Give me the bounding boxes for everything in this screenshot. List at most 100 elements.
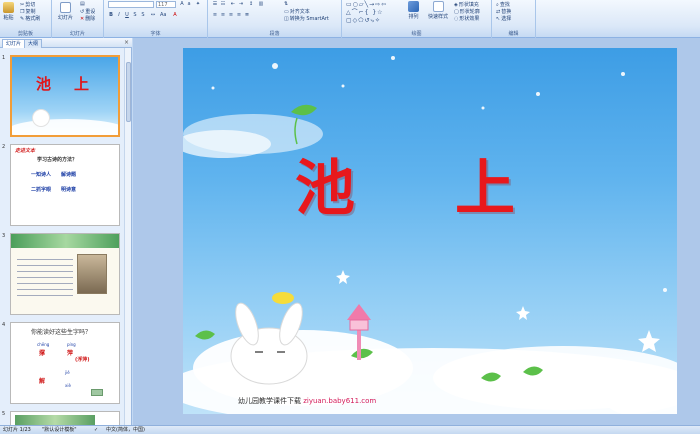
layout-icon: ▤: [80, 1, 85, 7]
footer-text: 幼儿园教学课件下载: [238, 397, 301, 405]
thumb4-p1-pinyin: chēng: [37, 342, 50, 347]
underline-icon[interactable]: U: [124, 12, 130, 18]
brush-icon: ✎: [20, 15, 25, 22]
thumbnail-slide-5[interactable]: [10, 411, 120, 425]
numbering-icon[interactable]: ☷: [220, 1, 226, 7]
new-slide-icon: [60, 2, 71, 13]
thumbnail-slide-3[interactable]: [10, 233, 120, 315]
copy-button[interactable]: ❐ 复制: [20, 8, 36, 16]
shape-fill-button[interactable]: ◈ 形状填充: [454, 1, 479, 9]
check-icon[interactable]: ✓: [94, 426, 98, 434]
thumb2-line3b: 明诗意: [61, 187, 77, 193]
delete-icon: ✕: [80, 15, 85, 22]
thumb2-header: 走进文本: [15, 148, 36, 154]
thumbnail-slide-2[interactable]: 走进文本 学习古诗的方法？ 一知诗人 解诗题 二抓字眼 明诗意: [10, 144, 120, 226]
paste-icon: [3, 2, 14, 13]
distributed-icon[interactable]: ≣: [244, 12, 250, 18]
current-slide[interactable]: 池 上 幼儿园教学课件下载 ziyuan.baby611.com: [183, 48, 677, 414]
columns-icon[interactable]: ▥: [258, 1, 264, 7]
shrink-font-icon[interactable]: a: [186, 1, 192, 7]
shadow-icon[interactable]: S: [140, 12, 146, 18]
clipboard-group: 粘贴 ✂ 剪切 ❐ 复制 ✎ 格式刷 剪贴板: [0, 0, 52, 38]
align-text-button[interactable]: ▭ 对齐文本: [284, 8, 310, 16]
clear-format-icon[interactable]: ✦: [195, 1, 201, 7]
slides-group-label: 幻灯片: [69, 31, 85, 37]
decrease-indent-icon[interactable]: ⇤: [230, 1, 236, 7]
thumb4-p3-char: 解: [39, 378, 46, 385]
bold-icon[interactable]: B: [108, 12, 114, 18]
font-size-combo[interactable]: 117: [156, 1, 176, 8]
align-center-icon[interactable]: ≡: [220, 12, 226, 18]
font-name-combo[interactable]: [108, 1, 154, 8]
thumb5-banner: [15, 415, 95, 425]
slide-title-left[interactable]: 池: [295, 140, 355, 227]
increase-indent-icon[interactable]: ⇥: [238, 1, 244, 7]
ribbon: 粘贴 ✂ 剪切 ❐ 复制 ✎ 格式刷 剪贴板 幻灯片 ▤ ↺ 重设 ✕ 删除 幻灯片 11…: [0, 0, 700, 38]
clipboard-group-label: 剪贴板: [17, 31, 33, 37]
thumbnail-number: 3: [2, 233, 6, 239]
thumb4-p2-char: 萍: [67, 350, 74, 357]
arrange-button[interactable]: 排列: [408, 1, 419, 20]
shape-outline-button[interactable]: ▢ 形状轮廓: [454, 8, 480, 16]
slide-canvas: 池 上 幼儿园教学课件下载 ziyuan.baby611.com: [133, 38, 700, 425]
thumb3-bamboo-banner: [11, 234, 119, 248]
thumb-title-left: 池: [36, 75, 52, 93]
reset-button[interactable]: ↺ 重设: [80, 8, 95, 16]
paste-button[interactable]: 粘贴: [3, 2, 14, 21]
grow-font-icon[interactable]: A: [179, 1, 185, 7]
reset-icon: ↺: [80, 8, 85, 15]
select-button[interactable]: ↖ 选择: [496, 15, 511, 23]
tab-slides[interactable]: 幻灯片: [2, 39, 26, 48]
format-painter-button[interactable]: ✎ 格式刷: [20, 15, 40, 23]
language[interactable]: 中文(简体，中国): [106, 426, 145, 434]
align-left-icon[interactable]: ≡: [212, 12, 218, 18]
outline-icon: ▢: [454, 8, 459, 15]
replace-button[interactable]: ⇄ 替换: [496, 8, 511, 16]
slide-title-right[interactable]: 上: [455, 140, 515, 227]
tab-outline[interactable]: 大纲: [24, 39, 43, 48]
line-spacing-icon[interactable]: ↕: [248, 1, 254, 7]
panel-scrollbar[interactable]: [124, 48, 131, 425]
footer-url: ziyuan.baby611.com: [303, 397, 377, 405]
thumb3-poet-portrait: [77, 254, 107, 294]
thumb-cloud: [12, 119, 118, 135]
change-case-icon[interactable]: Aa: [160, 12, 166, 18]
text-direction-icon: ⇅: [284, 1, 289, 7]
scissors-icon: ✂: [20, 1, 25, 8]
thumb2-line2b: 解诗题: [61, 172, 77, 178]
drawing-group: ▭○▱╲→⇨⇦ △⌒⌐{ }☆ ▢◇⬠↺⤷✧ 排列 快速样式 ◈ 形状填充 ▢ 形状轮廓…: [342, 0, 492, 38]
font-group: 117 A a ✦ B I U S S ↔ Aa A 字体: [104, 0, 208, 38]
justify-icon[interactable]: ≡: [236, 12, 242, 18]
text-direction-button[interactable]: ⇅: [284, 1, 288, 7]
theme-name[interactable]: "默认设计模板": [42, 426, 77, 434]
scrollbar-thumb[interactable]: [126, 62, 131, 122]
thumbnail-slide-1[interactable]: 池 上: [10, 55, 120, 137]
bullets-icon[interactable]: ☰: [212, 1, 218, 7]
font-group-label: 字体: [150, 31, 161, 37]
cut-button[interactable]: ✂ 剪切: [20, 1, 35, 9]
find-button[interactable]: ⌕ 查找: [496, 1, 510, 9]
thumb4-p2-pinyin: píng: [67, 342, 76, 347]
thumb-title-right: 上: [74, 75, 90, 93]
new-slide-button[interactable]: 幻灯片: [58, 2, 73, 21]
font-color-icon[interactable]: A: [172, 12, 178, 18]
cursor-icon: ↖: [496, 15, 501, 22]
thumb4-play-icon[interactable]: [91, 389, 103, 396]
strikethrough-icon[interactable]: S: [132, 12, 138, 18]
quick-styles-icon: [432, 1, 444, 12]
quick-styles-button[interactable]: 快速样式: [428, 1, 448, 20]
italic-icon[interactable]: I: [116, 12, 122, 18]
char-spacing-icon[interactable]: ↔: [150, 12, 156, 18]
layout-button[interactable]: ▤: [80, 1, 85, 7]
convert-smartart-button[interactable]: ◫ 转换为 SmartArt: [284, 15, 329, 23]
binoculars-icon: ⌕: [496, 1, 499, 8]
shapes-gallery[interactable]: ▭○▱╲→⇨⇦ △⌒⌐{ }☆ ▢◇⬠↺⤷✧: [346, 1, 404, 25]
thumbnail-slide-4[interactable]: 你能读好这些生字吗？ chēng 撑 píng 萍 (浮萍) 解 jiě xiè: [10, 322, 120, 404]
thumb4-p3-pinyin-b: xiè: [65, 383, 71, 388]
panel-close-icon[interactable]: ×: [124, 39, 129, 46]
slide-footer[interactable]: 幼儿园教学课件下载 ziyuan.baby611.com: [238, 396, 376, 406]
align-right-icon[interactable]: ≡: [228, 12, 234, 18]
delete-slide-button[interactable]: ✕ 删除: [80, 15, 95, 23]
shape-effects-button[interactable]: ◌ 形状效果: [454, 15, 479, 23]
panel-tabs: 幻灯片 大纲 ×: [0, 38, 132, 48]
